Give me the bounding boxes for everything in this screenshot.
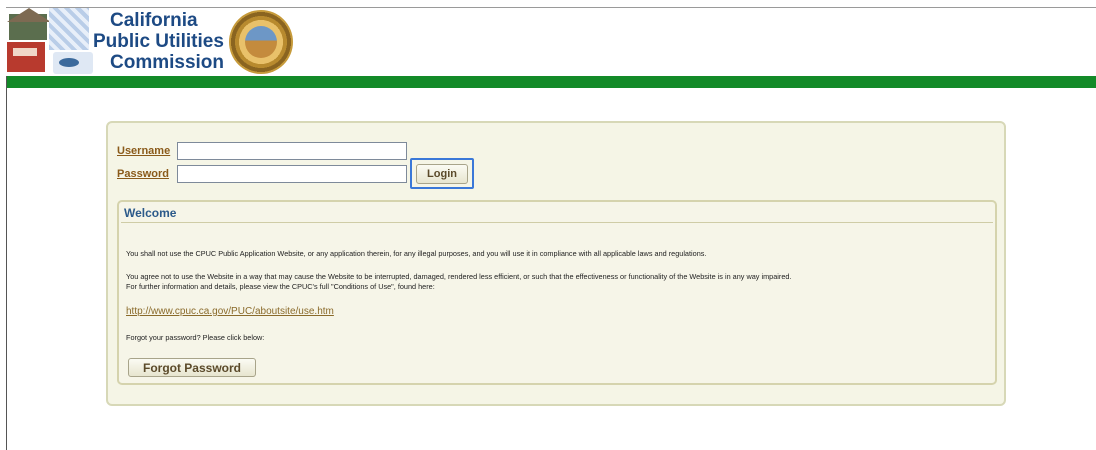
username-label[interactable]: Username	[117, 145, 170, 157]
train-image	[7, 42, 45, 72]
conditions-of-use-link[interactable]: http://www.cpuc.ca.gov/PUC/aboutsite/use…	[126, 306, 334, 317]
seal-center-icon	[245, 26, 277, 58]
water-drop-icon	[59, 58, 79, 67]
terms-paragraph-2-line-1: You agree not to use the Website in a wa…	[126, 272, 792, 281]
username-input[interactable]	[177, 142, 407, 160]
forgot-password-button[interactable]: Forgot Password	[128, 358, 256, 377]
login-button[interactable]: Login	[416, 164, 468, 184]
org-name-line-2: Public Utilities	[93, 31, 224, 52]
utility-pattern-image	[49, 8, 89, 50]
window-left-border	[6, 76, 7, 450]
site-header: California Public Utilities Commission	[7, 8, 1096, 76]
organization-name: California Public Utilities Commission	[93, 10, 243, 73]
org-name-line-1: California	[110, 10, 198, 31]
terms-paragraph-2-line-2: For further information and details, ple…	[126, 282, 435, 291]
header-green-bar	[7, 76, 1096, 88]
cpuc-logo-collage	[7, 8, 107, 76]
password-label[interactable]: Password	[117, 168, 169, 180]
org-name-line-3: Commission	[110, 52, 225, 73]
roof-image	[7, 8, 51, 22]
password-input[interactable]	[177, 165, 407, 183]
welcome-title: Welcome	[124, 206, 177, 220]
welcome-divider	[121, 222, 993, 223]
terms-paragraph-1: You shall not use the CPUC Public Applic…	[126, 249, 707, 258]
forgot-password-prompt: Forgot your password? Please click below…	[126, 333, 265, 342]
train-window-image	[13, 48, 37, 56]
